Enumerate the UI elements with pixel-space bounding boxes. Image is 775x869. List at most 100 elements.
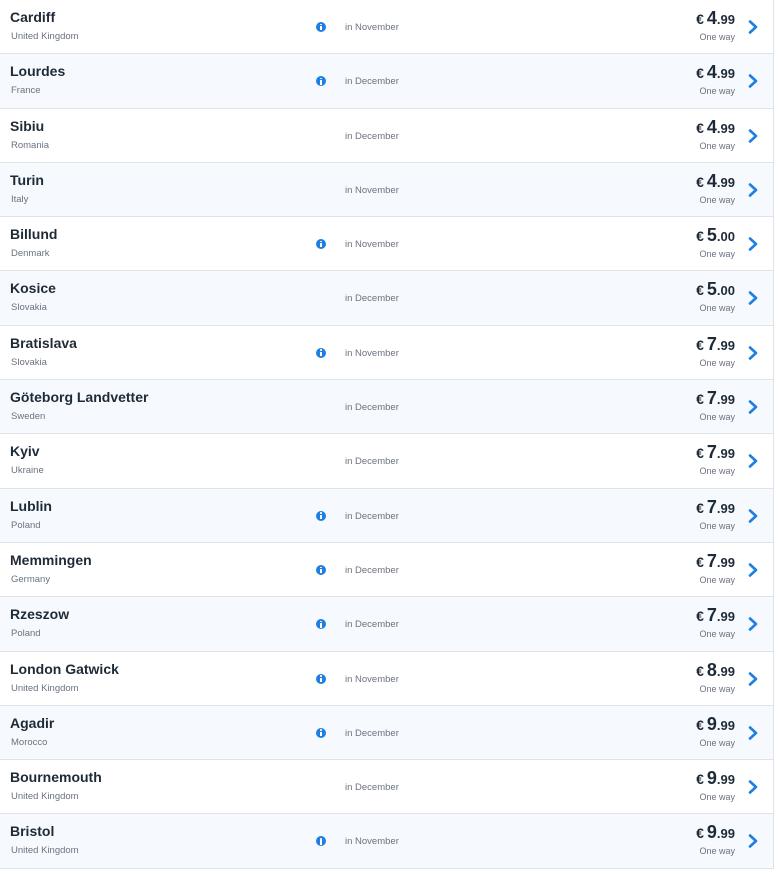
chevron-right-icon[interactable] bbox=[746, 617, 760, 632]
chevron-right-icon[interactable] bbox=[746, 74, 760, 89]
flight-row[interactable]: Rzeszow Poland in December €7.99 One way bbox=[0, 597, 773, 652]
flight-row[interactable]: Bournemouth United Kingdom in December €9.9… bbox=[0, 760, 773, 815]
price-whole: 7 bbox=[706, 550, 717, 571]
price-cents: .99 bbox=[716, 500, 735, 516]
flight-row[interactable]: Turin Italy in November €4.99 One way bbox=[0, 162, 773, 218]
travel-month: in December bbox=[345, 564, 399, 576]
flight-row[interactable]: Cardiff United Kingdom in November €4.99 One… bbox=[0, 0, 773, 55]
fare-type-label: One way bbox=[699, 520, 735, 531]
fare-price: €5.00 bbox=[696, 225, 735, 246]
destination-city: Bournemouth bbox=[10, 769, 102, 786]
destination-city: Agadir bbox=[10, 714, 55, 731]
price-cents: .99 bbox=[716, 120, 735, 136]
fare-price: €4.99 bbox=[696, 171, 735, 192]
currency-symbol: € bbox=[696, 771, 704, 788]
chevron-right-icon[interactable] bbox=[746, 726, 760, 740]
currency-symbol: € bbox=[696, 662, 704, 679]
currency-symbol: € bbox=[696, 825, 704, 842]
chevron-right-icon[interactable] bbox=[746, 671, 760, 686]
travel-month: in November bbox=[345, 184, 399, 196]
flight-row[interactable]: Bratislava Slovakia in November €7.99 One wa… bbox=[0, 325, 773, 381]
destination-city: Bristol bbox=[10, 823, 55, 840]
info-icon[interactable] bbox=[316, 510, 326, 521]
flight-row[interactable]: Sibiu Romania in December €4.99 One way bbox=[0, 108, 773, 163]
info-icon[interactable] bbox=[316, 239, 326, 250]
info-icon[interactable] bbox=[316, 673, 326, 684]
price-whole: 7 bbox=[706, 333, 717, 354]
chevron-right-icon[interactable] bbox=[746, 508, 760, 523]
travel-month: in December bbox=[345, 402, 399, 414]
destination-city: Lublin bbox=[10, 497, 52, 514]
travel-month: in November bbox=[345, 673, 399, 685]
destination-country: Poland bbox=[11, 519, 41, 531]
price-whole: 7 bbox=[706, 442, 717, 463]
travel-month: in December bbox=[345, 619, 399, 631]
currency-symbol: € bbox=[696, 391, 704, 408]
chevron-right-icon[interactable] bbox=[746, 20, 760, 34]
price-cents: .99 bbox=[716, 446, 735, 462]
fare-type-label: One way bbox=[699, 194, 735, 205]
currency-symbol: € bbox=[696, 282, 704, 299]
chevron-right-icon[interactable] bbox=[746, 291, 760, 306]
currency-symbol: € bbox=[696, 445, 704, 462]
chevron-right-icon[interactable] bbox=[746, 834, 760, 849]
destination-country: United Kingdom bbox=[11, 682, 79, 694]
destination-city: Sibiu bbox=[10, 117, 45, 134]
flight-row[interactable]: Billund Denmark in November €5.00 One way bbox=[0, 217, 773, 272]
currency-symbol: € bbox=[696, 65, 704, 82]
fare-price: €7.99 bbox=[696, 334, 735, 355]
info-icon[interactable] bbox=[316, 76, 326, 87]
info-icon[interactable] bbox=[316, 347, 326, 358]
price-cents: .99 bbox=[716, 772, 735, 788]
currency-symbol: € bbox=[696, 173, 704, 190]
price-cents: .99 bbox=[716, 392, 735, 408]
chevron-right-icon[interactable] bbox=[746, 345, 760, 360]
chevron-right-icon[interactable] bbox=[746, 400, 760, 414]
currency-symbol: € bbox=[696, 11, 704, 27]
info-icon[interactable] bbox=[316, 619, 326, 630]
price-cents: .00 bbox=[716, 229, 735, 245]
chevron-right-icon[interactable] bbox=[746, 128, 760, 143]
price-cents: .99 bbox=[716, 12, 735, 27]
flight-row[interactable]: Agadir Morocco in December €9.99 One way bbox=[0, 705, 773, 761]
fare-price: €9.99 bbox=[696, 768, 735, 789]
price-whole: 9 bbox=[706, 713, 717, 734]
chevron-right-icon[interactable] bbox=[746, 454, 760, 469]
chevron-right-icon[interactable] bbox=[746, 237, 760, 251]
flight-row[interactable]: Lourdes France in December €4.99 One way bbox=[0, 54, 773, 109]
info-icon[interactable] bbox=[316, 727, 326, 738]
fare-price: €4.99 bbox=[696, 8, 735, 29]
price-whole: 7 bbox=[706, 605, 717, 626]
info-icon[interactable] bbox=[316, 836, 326, 847]
flight-row[interactable]: Bristol United Kingdom in November €9.99 One… bbox=[0, 814, 773, 869]
travel-month: in December bbox=[345, 293, 399, 305]
info-icon[interactable] bbox=[316, 22, 326, 32]
price-whole: 4 bbox=[706, 116, 717, 137]
destination-country: Italy bbox=[11, 193, 29, 205]
fare-type-label: One way bbox=[699, 737, 735, 748]
price-whole: 8 bbox=[706, 659, 717, 680]
chevron-right-icon[interactable] bbox=[746, 563, 760, 577]
travel-month: in December bbox=[345, 76, 399, 88]
flight-row[interactable]: Memmingen Germany in December €7.99 One way bbox=[0, 542, 773, 598]
fare-price: €5.00 bbox=[696, 279, 735, 300]
flight-row[interactable]: London Gatwick United Kingdom in November €… bbox=[0, 651, 773, 706]
flight-row[interactable]: Lublin Poland in December €7.99 One way bbox=[0, 488, 773, 543]
flight-row[interactable]: Kosice Slovakia in December €5.00 One way bbox=[0, 271, 773, 326]
fare-price: €8.99 bbox=[696, 660, 735, 681]
chevron-right-icon[interactable] bbox=[746, 780, 760, 794]
fare-type-label: One way bbox=[699, 249, 735, 260]
currency-symbol: € bbox=[696, 716, 704, 733]
travel-month: in December bbox=[345, 727, 399, 739]
travel-month: in November bbox=[345, 836, 399, 848]
flight-row[interactable]: Göteborg Landvetter Sweden in December €7.9… bbox=[0, 380, 773, 435]
destination-country: Denmark bbox=[11, 248, 50, 260]
flight-results-list: Cardiff United Kingdom in November €4.99 One… bbox=[0, 0, 774, 869]
destination-city: Billund bbox=[10, 226, 58, 243]
destination-city: Turin bbox=[10, 171, 44, 188]
fare-price: €7.99 bbox=[696, 442, 735, 463]
chevron-right-icon[interactable] bbox=[746, 183, 760, 197]
info-icon[interactable] bbox=[316, 564, 326, 575]
price-cents: .99 bbox=[716, 337, 735, 353]
flight-row[interactable]: Kyiv Ukraine in December €7.99 One way bbox=[0, 434, 773, 489]
